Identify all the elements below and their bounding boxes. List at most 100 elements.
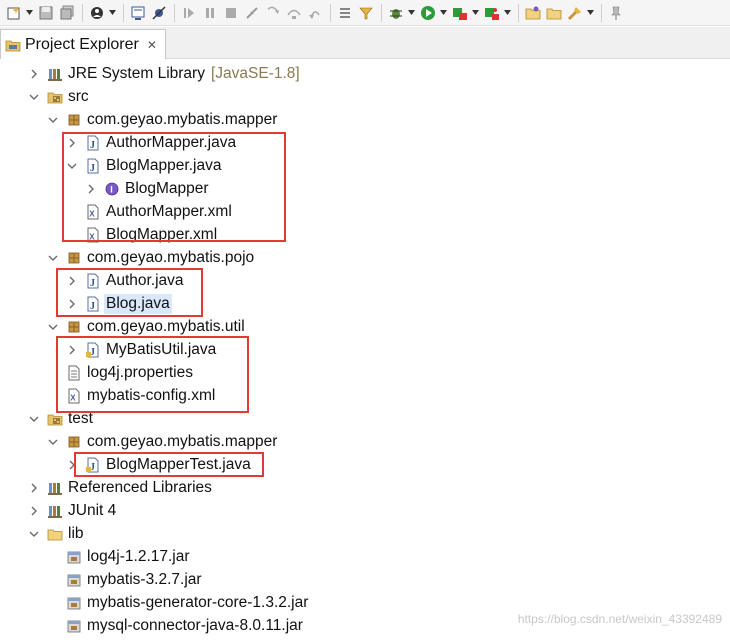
save-all-icon[interactable] bbox=[57, 3, 77, 23]
toolbar-separator bbox=[330, 3, 331, 22]
chevron-down-icon[interactable] bbox=[47, 321, 59, 333]
jar-icon bbox=[66, 618, 82, 634]
tab-label: Project Explorer bbox=[25, 35, 139, 53]
tree-item-junit4[interactable]: JUnit 4 bbox=[0, 499, 730, 522]
chevron-down-icon[interactable] bbox=[47, 436, 59, 448]
step-return-icon[interactable] bbox=[305, 3, 325, 23]
jar-icon bbox=[66, 595, 82, 611]
tree-item-label: log4j.properties bbox=[87, 363, 193, 381]
chevron-right-icon[interactable] bbox=[66, 459, 78, 471]
tree-item-blog-mapper-xml[interactable]: BlogMapper.xml bbox=[0, 223, 730, 246]
external-tools-icon[interactable] bbox=[482, 3, 502, 23]
tree-item-blog-mapper-java[interactable]: BlogMapper.java bbox=[0, 154, 730, 177]
run-icon[interactable] bbox=[418, 3, 438, 23]
search-dropdown-icon[interactable] bbox=[586, 3, 594, 23]
tree-item-label: com.geyao.mybatis.pojo bbox=[87, 248, 255, 266]
library-icon bbox=[47, 480, 63, 496]
perspective-dropdown-icon[interactable] bbox=[108, 3, 116, 23]
tree-item-label: JRE System Library bbox=[68, 64, 205, 82]
new-wizard-icon[interactable] bbox=[4, 3, 24, 23]
save-icon[interactable] bbox=[36, 3, 56, 23]
chevron-down-icon[interactable] bbox=[47, 252, 59, 264]
chevron-right-icon[interactable] bbox=[85, 183, 97, 195]
package-icon bbox=[66, 250, 82, 266]
debug-icon[interactable] bbox=[386, 3, 406, 23]
package-icon bbox=[66, 319, 82, 335]
tree-item-log4j-jar[interactable]: log4j-1.2.17.jar bbox=[0, 545, 730, 568]
tree-item-blog-mapper-interface[interactable]: BlogMapper bbox=[0, 177, 730, 200]
terminate-icon[interactable] bbox=[221, 3, 241, 23]
chevron-right-icon[interactable] bbox=[66, 298, 78, 310]
source-folder-icon bbox=[47, 411, 63, 427]
step-into-icon[interactable] bbox=[263, 3, 283, 23]
tree-item-jre-system-library[interactable]: JRE System Library [JavaSE-1.8] bbox=[0, 62, 730, 85]
chevron-down-icon[interactable] bbox=[47, 114, 59, 126]
resume-icon[interactable] bbox=[179, 3, 199, 23]
xml-file-icon bbox=[85, 204, 101, 220]
eclipse-window: Project Explorer ✕ JRE System Library [J… bbox=[0, 0, 730, 642]
java-interface-file-icon bbox=[85, 158, 101, 174]
tree-item-blog-java[interactable]: Blog.java bbox=[0, 292, 730, 315]
chevron-right-icon[interactable] bbox=[28, 482, 40, 494]
coverage-dropdown-icon[interactable] bbox=[471, 3, 479, 23]
chevron-down-icon[interactable] bbox=[66, 160, 78, 172]
use-step-filters-icon[interactable] bbox=[335, 3, 355, 23]
open-type-icon[interactable] bbox=[523, 3, 543, 23]
properties-file-icon bbox=[66, 365, 82, 381]
tree-item-mybatis-config-xml[interactable]: mybatis-config.xml bbox=[0, 384, 730, 407]
drop-to-frame-icon[interactable] bbox=[356, 3, 376, 23]
tree-item-label: log4j-1.2.17.jar bbox=[87, 547, 190, 565]
skip-breakpoints-icon[interactable] bbox=[149, 3, 169, 23]
tree-item-blog-mapper-test-java[interactable]: BlogMapperTest.java bbox=[0, 453, 730, 476]
tree-item-package-util[interactable]: com.geyao.mybatis.util bbox=[0, 315, 730, 338]
chevron-right-icon[interactable] bbox=[66, 275, 78, 287]
java-file-modified-icon bbox=[85, 457, 101, 473]
chevron-right-icon[interactable] bbox=[28, 68, 40, 80]
library-icon bbox=[47, 503, 63, 519]
tree-item-author-mapper-xml[interactable]: AuthorMapper.xml bbox=[0, 200, 730, 223]
tree-item-label: mybatis-3.2.7.jar bbox=[87, 570, 202, 588]
tab-project-explorer[interactable]: Project Explorer ✕ bbox=[0, 29, 166, 59]
view-tab-bar: Project Explorer ✕ bbox=[0, 27, 730, 59]
run-dropdown-icon[interactable] bbox=[439, 3, 447, 23]
close-icon[interactable]: ✕ bbox=[147, 38, 157, 52]
tree-item-package-mapper[interactable]: com.geyao.mybatis.mapper bbox=[0, 108, 730, 131]
tree-item-test-package-mapper[interactable]: com.geyao.mybatis.mapper bbox=[0, 430, 730, 453]
tree-item-mybatis-util-java[interactable]: MyBatisUtil.java bbox=[0, 338, 730, 361]
step-over-icon[interactable] bbox=[284, 3, 304, 23]
tree-item-src[interactable]: src bbox=[0, 85, 730, 108]
project-tree: JRE System Library [JavaSE-1.8] src com.… bbox=[0, 60, 730, 642]
open-task-icon[interactable] bbox=[544, 3, 564, 23]
tree-item-label: mybatis-config.xml bbox=[87, 386, 216, 404]
chevron-right-icon[interactable] bbox=[66, 344, 78, 356]
disconnect-icon[interactable] bbox=[242, 3, 262, 23]
toolbar-separator bbox=[601, 3, 602, 22]
tree-item-test[interactable]: test bbox=[0, 407, 730, 430]
chevron-down-icon[interactable] bbox=[28, 528, 40, 540]
chevron-down-icon[interactable] bbox=[28, 413, 40, 425]
chevron-down-icon[interactable] bbox=[28, 91, 40, 103]
suspend-icon[interactable] bbox=[200, 3, 220, 23]
chevron-right-icon[interactable] bbox=[28, 505, 40, 517]
pin-icon[interactable] bbox=[606, 3, 626, 23]
java-file-icon bbox=[85, 296, 101, 312]
chevron-right-icon[interactable] bbox=[66, 137, 78, 149]
new-wizard-dropdown-icon[interactable] bbox=[25, 3, 33, 23]
perspective-icon[interactable] bbox=[87, 3, 107, 23]
tree-item-author-java[interactable]: Author.java bbox=[0, 269, 730, 292]
tree-item-referenced-libraries[interactable]: Referenced Libraries bbox=[0, 476, 730, 499]
tree-item-lib[interactable]: lib bbox=[0, 522, 730, 545]
external-tools-dropdown-icon[interactable] bbox=[503, 3, 511, 23]
search-icon[interactable] bbox=[565, 3, 585, 23]
tree-item-generator-jar[interactable]: mybatis-generator-core-1.3.2.jar bbox=[0, 591, 730, 614]
tree-item-package-pojo[interactable]: com.geyao.mybatis.pojo bbox=[0, 246, 730, 269]
tree-item-label: BlogMapper.java bbox=[106, 156, 222, 174]
toolbar-separator bbox=[518, 3, 519, 22]
tree-item-author-mapper-java[interactable]: AuthorMapper.java bbox=[0, 131, 730, 154]
tree-item-mybatis-jar[interactable]: mybatis-3.2.7.jar bbox=[0, 568, 730, 591]
debug-dropdown-icon[interactable] bbox=[407, 3, 415, 23]
main-toolbar bbox=[0, 0, 730, 26]
coverage-icon[interactable] bbox=[450, 3, 470, 23]
tree-item-log4j-properties[interactable]: log4j.properties bbox=[0, 361, 730, 384]
console-icon[interactable] bbox=[128, 3, 148, 23]
